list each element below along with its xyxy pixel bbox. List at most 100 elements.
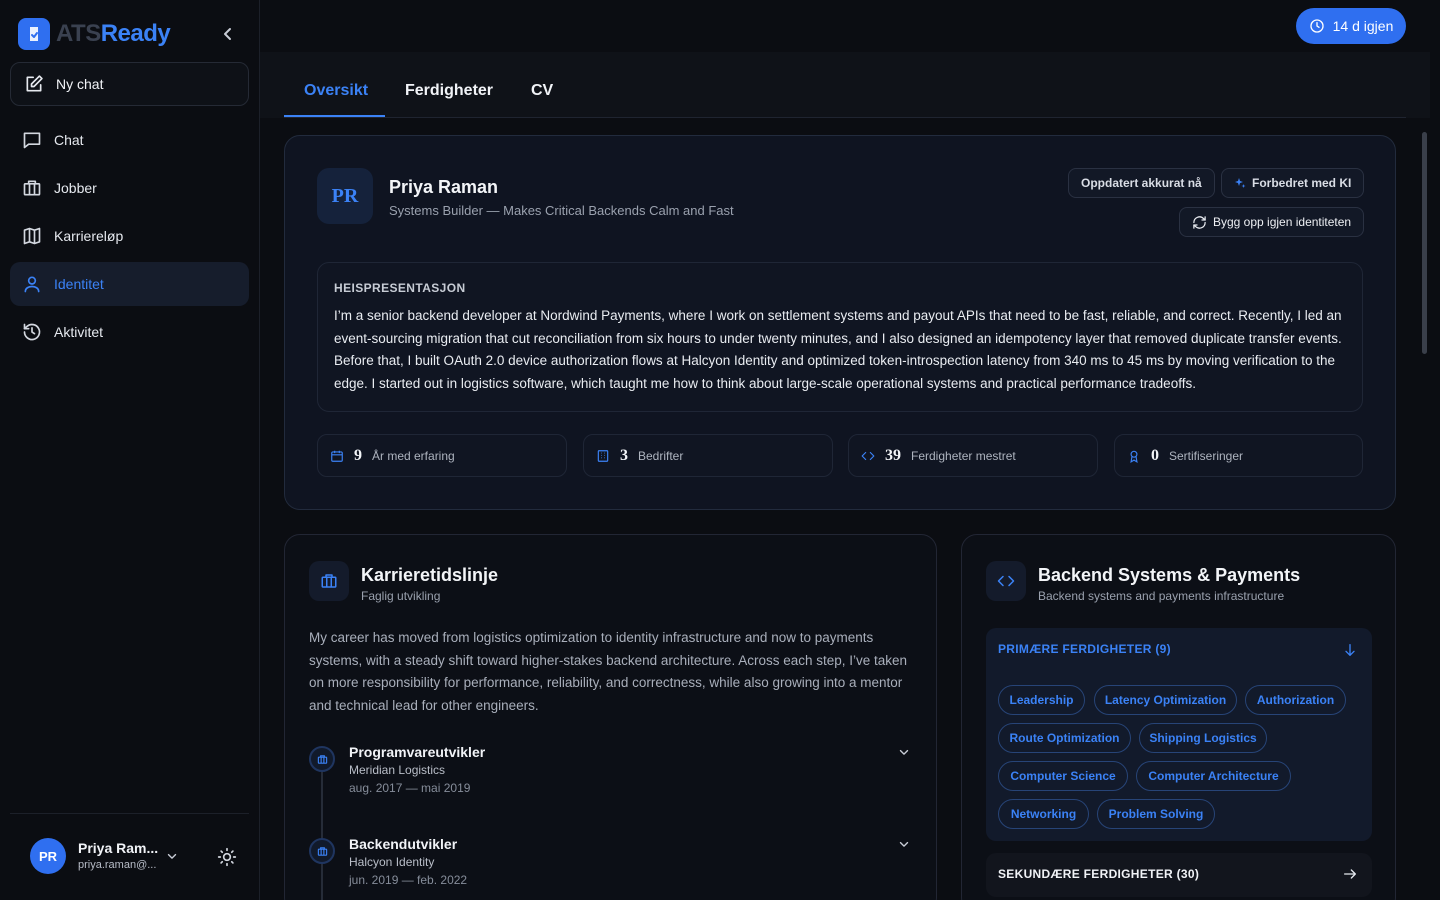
stat-label: År med erfaring	[372, 448, 455, 463]
award-icon	[1130, 450, 1138, 463]
skills-category-card: Backend Systems & Payments Backend syste…	[961, 534, 1396, 900]
map-icon	[23, 227, 41, 245]
secondary-skills-heading: SEKUNDÆRE FERDIGHETER (30)	[998, 867, 1200, 881]
ai-enhanced-label: Forbedret med KI	[1252, 176, 1352, 190]
career-timeline-card: Karrieretidslinje Faglig utvikling My ca…	[284, 534, 937, 900]
ai-enhanced-badge: Forbedret med KI	[1221, 168, 1365, 198]
skills-category-subtitle: Backend systems and payments infrastruct…	[1038, 589, 1285, 603]
profile-tagline: Systems Builder — Makes Critical Backend…	[389, 203, 734, 218]
chevron-down-icon[interactable]	[897, 837, 911, 851]
user-email: priya.raman@...	[78, 859, 157, 871]
secondary-skills-panel[interactable]: SEKUNDÆRE FERDIGHETER (30)	[986, 853, 1372, 897]
stat-value: 3	[620, 446, 628, 464]
stat-value: 0	[1151, 446, 1159, 464]
timeline-line	[321, 765, 323, 900]
calendar-icon	[331, 450, 343, 462]
briefcase-icon	[23, 180, 41, 196]
skill-pill[interactable]: Latency Optimization	[1094, 685, 1237, 715]
sidebar-item-karrierelop[interactable]: Karriereløp	[10, 214, 249, 258]
sidebar-item-label: Aktivitet	[54, 324, 104, 340]
updated-status-label: Oppdatert akkurat nå	[1081, 176, 1202, 190]
sidebar-item-label: Karriereløp	[54, 228, 124, 244]
skill-pill[interactable]: Networking	[998, 799, 1089, 829]
sun-icon[interactable]	[217, 847, 237, 867]
new-chat-label: Ny chat	[56, 76, 104, 92]
timeline-entry-title: Backendutvikler	[349, 836, 458, 852]
stat-skills-mastered: 39 Ferdigheter mestret	[848, 434, 1098, 477]
sidebar: ATSReady Ny chat Chat Jobber Karriereløp…	[0, 0, 260, 900]
trial-days-label: 14 d igjen	[1332, 18, 1394, 34]
sidebar-item-chat[interactable]: Chat	[10, 118, 249, 162]
briefcase-icon	[309, 838, 335, 864]
clock-icon	[1309, 19, 1324, 33]
briefcase-icon	[309, 746, 335, 772]
collapse-sidebar-icon[interactable]	[218, 24, 238, 44]
sidebar-item-aktivitet[interactable]: Aktivitet	[10, 310, 249, 354]
chevron-down-icon[interactable]	[897, 745, 911, 759]
history-icon	[23, 323, 41, 341]
logo-text-ready: Ready	[100, 20, 171, 47]
tabs-divider	[284, 117, 1406, 118]
code-icon	[861, 451, 875, 460]
new-chat-button[interactable]: Ny chat	[10, 62, 249, 106]
timeline-entry-dates: jun. 2019 — feb. 2022	[349, 873, 468, 887]
sidebar-item-label: Chat	[54, 132, 84, 148]
rebuild-identity-button[interactable]: Bygg opp igjen identiteten	[1179, 207, 1365, 237]
building-icon	[597, 449, 609, 462]
refresh-icon	[1193, 215, 1206, 229]
tab-oversikt[interactable]: Oversikt	[304, 82, 368, 100]
skill-pill[interactable]: Leadership	[998, 685, 1085, 715]
user-menu[interactable]: PR Priya Ram... priya.raman@...	[10, 813, 249, 900]
stat-certifications: 0 Sertifiseringer	[1114, 434, 1363, 477]
elevator-pitch: HEISPRESENTASJON I’m a senior backend de…	[317, 262, 1363, 412]
primary-skills-panel: PRIMÆRE FERDIGHETER (9) Leadership Laten…	[986, 628, 1372, 841]
updated-status-badge: Oppdatert akkurat nå	[1068, 168, 1215, 198]
elevator-pitch-text: I’m a senior backend developer at Nordwi…	[334, 308, 1342, 392]
skill-pill[interactable]: Authorization	[1245, 685, 1346, 715]
timeline-entry-title: Programvareutvikler	[349, 744, 486, 760]
timeline-entry-company: Halcyon Identity	[349, 855, 435, 869]
career-title: Karrieretidslinje	[361, 565, 499, 585]
career-subtitle: Faglig utvikling	[361, 589, 441, 603]
skill-pill[interactable]: Computer Architecture	[1136, 761, 1291, 791]
scrollbar[interactable]	[1420, 118, 1440, 900]
skill-pill[interactable]: Route Optimization	[998, 723, 1131, 753]
sidebar-item-label: Jobber	[54, 180, 97, 196]
skill-pill[interactable]: Problem Solving	[1097, 799, 1215, 829]
primary-skills-heading[interactable]: PRIMÆRE FERDIGHETER (9)	[998, 642, 1171, 656]
tab-ferdigheter[interactable]: Ferdigheter	[405, 82, 493, 100]
sparkle-icon	[1235, 178, 1246, 188]
stat-label: Sertifiseringer	[1169, 448, 1244, 463]
sidebar-nav: Chat Jobber Karriereløp Identitet Aktivi…	[10, 118, 249, 358]
profile-card: PR Priya Raman Systems Builder — Makes C…	[284, 135, 1396, 510]
tabs-bar: Oversikt Ferdigheter CV	[260, 52, 1430, 118]
user-name: Priya Ram...	[78, 840, 159, 856]
chevron-down-icon[interactable]	[165, 849, 179, 863]
logo[interactable]: ATSReady	[18, 18, 171, 50]
user-icon	[24, 276, 40, 293]
briefcase-icon	[309, 561, 349, 601]
trial-days-button[interactable]: 14 d igjen	[1296, 8, 1406, 44]
stat-years-experience: 9 År med erfaring	[317, 434, 567, 477]
logo-mark-icon	[18, 18, 50, 50]
profile-initials-badge: PR	[317, 168, 373, 224]
profile-name: Priya Raman	[389, 177, 499, 197]
skill-pill[interactable]: Computer Science	[998, 761, 1128, 791]
sidebar-item-identitet[interactable]: Identitet	[10, 262, 249, 306]
arrow-down-icon[interactable]	[1342, 642, 1358, 658]
scrollbar-thumb[interactable]	[1422, 132, 1427, 354]
avatar[interactable]: PR	[30, 838, 66, 874]
edit-icon	[26, 75, 43, 92]
elevator-pitch-heading: HEISPRESENTASJON	[334, 281, 466, 295]
stat-value: 39	[885, 446, 901, 464]
chat-icon	[23, 132, 41, 149]
rebuild-identity-label: Bygg opp igjen identiteten	[1213, 215, 1352, 229]
sidebar-item-jobber[interactable]: Jobber	[10, 166, 249, 210]
timeline-entry-company: Meridian Logistics	[349, 763, 446, 777]
tab-cv[interactable]: CV	[531, 82, 553, 100]
skill-pill[interactable]: Shipping Logistics	[1139, 723, 1267, 753]
arrow-right-icon[interactable]	[1342, 866, 1358, 882]
sidebar-item-label: Identitet	[54, 276, 104, 292]
stat-value: 9	[354, 446, 362, 464]
timeline-entry-dates: aug. 2017 — mai 2019	[349, 781, 471, 795]
